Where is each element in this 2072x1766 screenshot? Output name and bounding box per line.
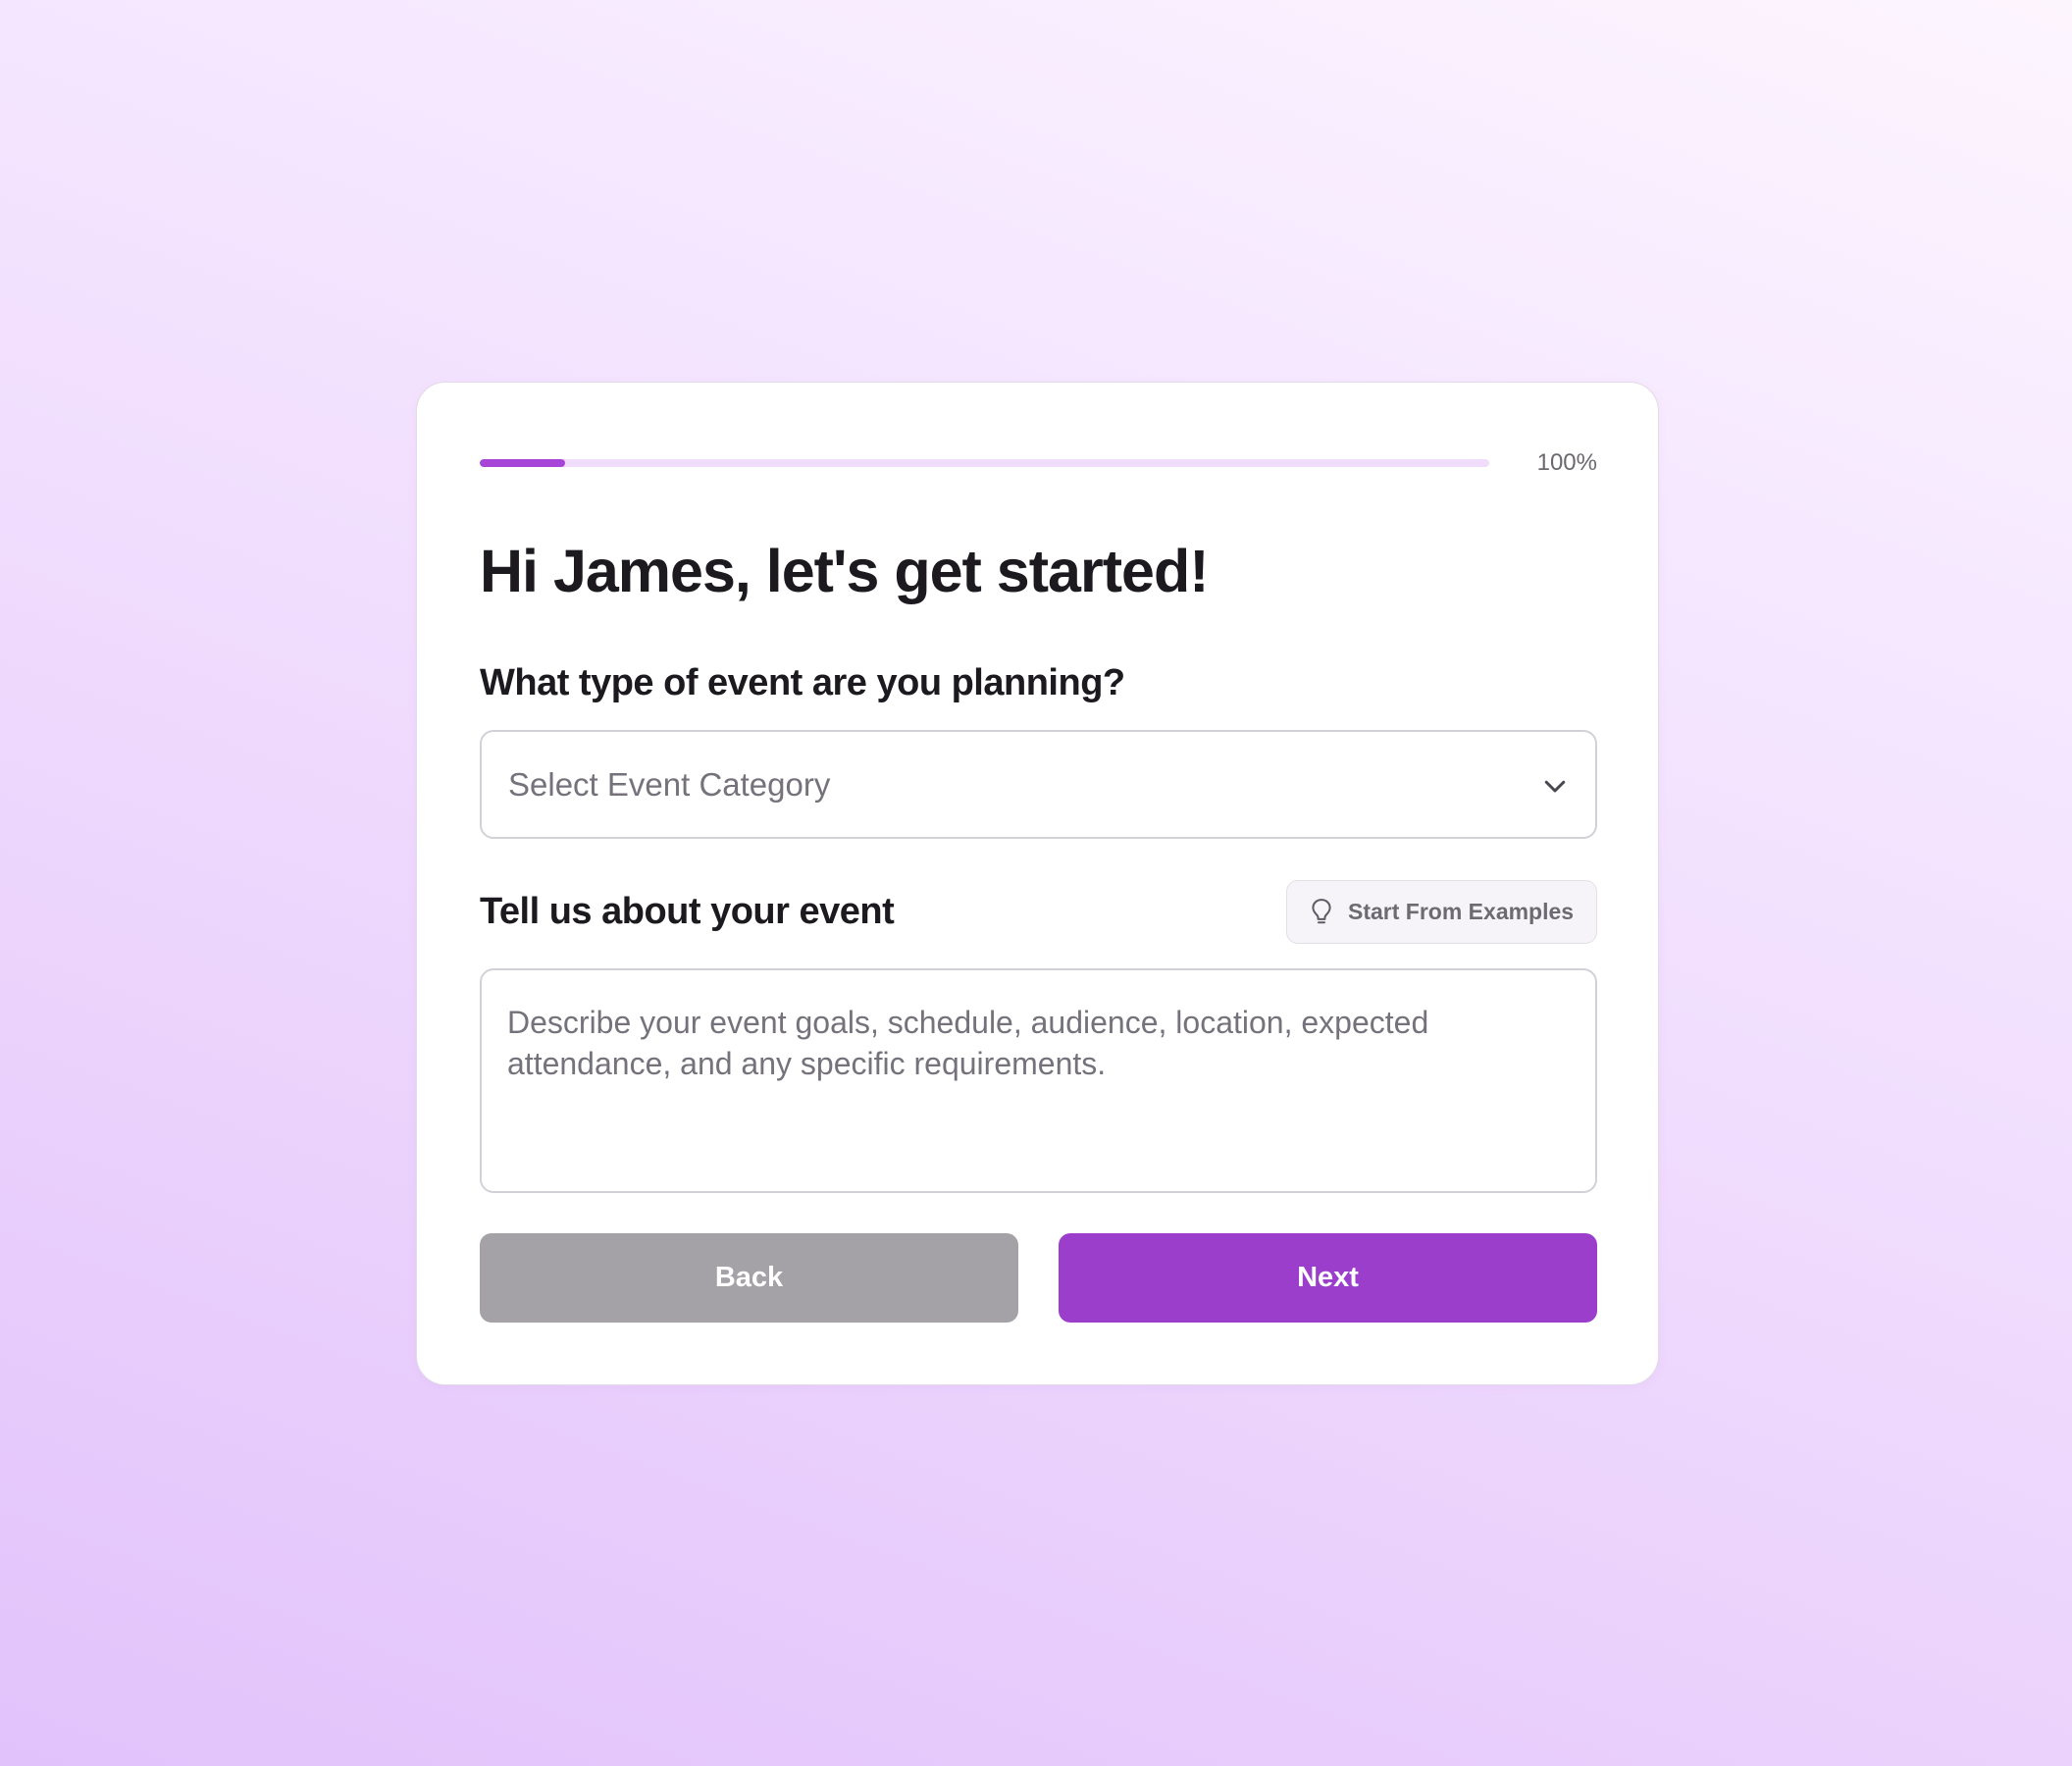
event-details-label: Tell us about your event: [480, 891, 895, 932]
event-description-textarea[interactable]: Describe your event goals, schedule, aud…: [480, 968, 1597, 1193]
progress-percent: 100%: [1536, 449, 1597, 476]
lightbulb-icon: [1312, 898, 1331, 923]
event-description-placeholder: Describe your event goals, schedule, aud…: [507, 1005, 1429, 1081]
progress-row: 100%: [480, 449, 1597, 485]
progress-fill: [480, 459, 566, 467]
event-type-label: What type of event are you planning?: [480, 662, 1125, 703]
back-button[interactable]: Back: [480, 1233, 1018, 1323]
event-category-placeholder: Select Event Category: [508, 765, 831, 803]
event-category-select[interactable]: Select Event Category: [480, 730, 1597, 839]
back-button-label: Back: [714, 1262, 784, 1293]
onboarding-card: 100% Hi James, let's get started! What t…: [416, 382, 1659, 1385]
start-from-examples-label: Start From Examples: [1348, 899, 1575, 924]
next-button-label: Next: [1297, 1262, 1359, 1293]
chevron-down-icon: [1544, 780, 1566, 793]
start-from-examples-button[interactable]: Start From Examples: [1286, 880, 1597, 944]
next-button[interactable]: Next: [1059, 1233, 1597, 1323]
page-title: Hi James, let's get started!: [480, 538, 1210, 604]
progress-bar: [480, 459, 1489, 467]
